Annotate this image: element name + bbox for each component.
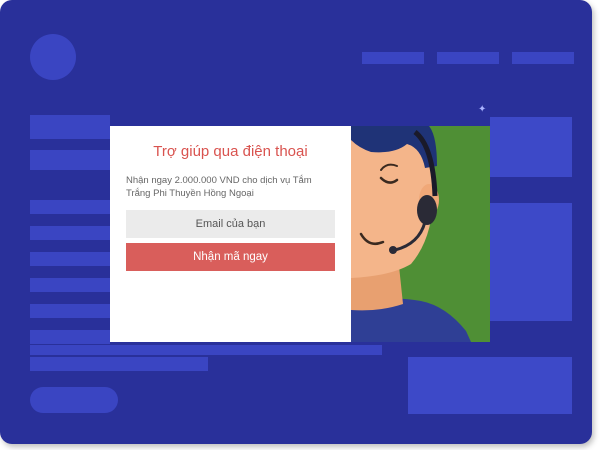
popup-form-panel: Trợ giúp qua điện thoại Nhận ngay 2.000.… xyxy=(110,126,351,342)
nav-placeholder-2 xyxy=(437,52,499,64)
content-placeholder xyxy=(30,200,110,214)
content-placeholder xyxy=(30,345,382,355)
phone-support-popup: Trợ giúp qua điện thoại Nhận ngay 2.000.… xyxy=(110,126,490,342)
support-agent-headset-icon xyxy=(351,126,490,342)
sidebar-placeholder xyxy=(408,357,572,414)
content-placeholder xyxy=(30,278,110,292)
popup-description: Nhận ngay 2.000.000 VND cho dịch vụ Tắm … xyxy=(126,175,312,199)
button-placeholder xyxy=(30,387,118,413)
content-placeholder xyxy=(30,115,110,139)
email-input[interactable] xyxy=(126,210,335,238)
sidebar-placeholder xyxy=(490,203,572,321)
content-placeholder xyxy=(30,150,110,170)
logo-placeholder xyxy=(30,34,76,80)
support-agent-illustration xyxy=(351,126,490,342)
content-placeholder xyxy=(30,252,110,266)
sidebar-placeholder xyxy=(490,117,572,177)
nav-placeholder-1 xyxy=(362,52,424,64)
sparkle-icon: ✦ xyxy=(478,104,487,115)
nav-placeholder-3 xyxy=(512,52,574,64)
content-placeholder xyxy=(30,304,110,318)
get-code-button[interactable]: Nhận mã ngay xyxy=(126,243,335,271)
popup-title: Trợ giúp qua điện thoại xyxy=(153,143,308,160)
content-placeholder xyxy=(30,226,110,240)
content-placeholder xyxy=(30,330,110,344)
content-placeholder xyxy=(30,357,208,371)
